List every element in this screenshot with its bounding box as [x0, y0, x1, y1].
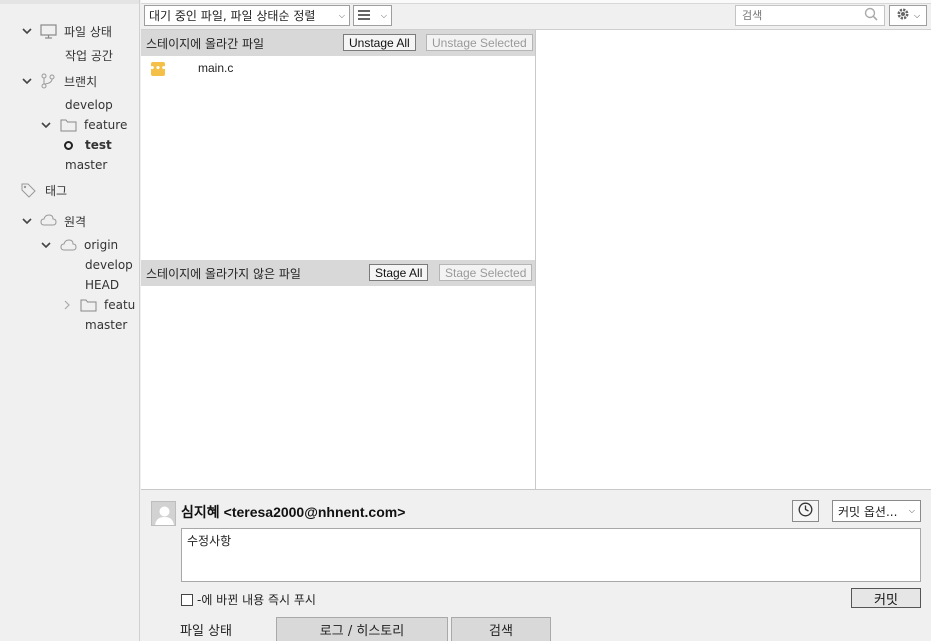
cloud-icon [60, 239, 77, 251]
unstage-all-button[interactable]: Unstage All [343, 34, 416, 51]
sidebar-item-branch-test[interactable]: test [85, 135, 112, 155]
sort-dropdown-label: 대기 중인 파일, 파일 상태순 정렬 [149, 9, 316, 23]
sidebar-item-branch-master[interactable]: master [65, 155, 107, 175]
sidebar-item-remote-origin[interactable]: origin [84, 235, 118, 255]
sidebar-item-branch-develop[interactable]: develop [65, 95, 113, 115]
chevron-down-icon: ⌵ [913, 10, 921, 20]
author-name: 심지혜 [181, 505, 220, 521]
sidebar: 파일 상태 작업 공간 브랜치 develop feature test mas… [0, 0, 140, 641]
sidebar-item-tags[interactable]: 태그 [45, 180, 67, 200]
view-mode-dropdown[interactable]: ⌵ [353, 5, 392, 26]
chevron-down-icon[interactable] [22, 76, 32, 86]
folder-icon [60, 118, 77, 132]
chevron-down-icon: ⌵ [908, 506, 915, 515]
tab-search[interactable]: 검색 [451, 617, 551, 641]
unstaged-files-title: 스테이지에 올라가지 않은 파일 [146, 266, 301, 281]
sidebar-top-strip [0, 0, 139, 4]
file-list-panel: 스테이지에 올라간 파일 Unstage All Unstage Selecte… [141, 30, 536, 489]
search-box[interactable] [735, 5, 885, 26]
chevron-right-icon[interactable] [62, 300, 72, 310]
chevron-down-icon[interactable] [41, 240, 51, 250]
push-immediately-label: -에 바뀐 내용 즉시 푸시 [197, 593, 316, 607]
file-name[interactable]: main.c [198, 61, 233, 75]
unstage-selected-button[interactable]: Unstage Selected [426, 34, 533, 51]
sidebar-item-remote-feature[interactable]: featu [104, 295, 135, 315]
modified-icon: ••• [149, 62, 167, 76]
sidebar-item-file-status[interactable]: 파일 상태 [64, 21, 112, 41]
sidebar-item-remotes[interactable]: 원격 [64, 211, 86, 231]
push-immediately-option[interactable]: -에 바뀐 내용 즉시 푸시 [181, 591, 316, 608]
settings-dropdown[interactable]: ⌵ [889, 5, 927, 26]
sidebar-item-remote-develop[interactable]: develop [85, 255, 133, 275]
chevron-down-icon[interactable] [22, 216, 32, 226]
commit-options-dropdown[interactable]: 커밋 옵션... ⌵ [832, 500, 921, 522]
gear-icon [896, 7, 910, 24]
chevron-down-icon: ⌵ [380, 10, 387, 20]
stage-selected-button[interactable]: Stage Selected [439, 264, 533, 281]
chevron-down-icon[interactable] [41, 120, 51, 130]
bottom-tabs: 파일 상태 로그 / 히스토리 검색 [141, 615, 931, 641]
search-icon[interactable] [864, 7, 878, 24]
staged-files-title: 스테이지에 올라간 파일 [146, 36, 265, 51]
tab-file-status[interactable]: 파일 상태 [161, 617, 251, 641]
push-immediately-checkbox[interactable] [181, 593, 193, 606]
folder-icon [80, 298, 97, 312]
sidebar-item-remote-head[interactable]: HEAD [85, 275, 119, 295]
diff-panel [536, 30, 931, 489]
clock-icon [798, 502, 813, 520]
commit-button[interactable]: 커밋 [851, 588, 921, 608]
branch-icon [41, 73, 55, 89]
list-icon [358, 9, 370, 23]
commit-history-button[interactable] [792, 500, 819, 522]
commit-author: 심지혜 <teresa2000@nhnent.com> [181, 502, 405, 522]
tab-log-history[interactable]: 로그 / 히스토리 [276, 617, 448, 641]
avatar [151, 501, 176, 526]
commit-options-label: 커밋 옵션... [838, 504, 898, 519]
sidebar-item-branches[interactable]: 브랜치 [64, 71, 97, 91]
search-input[interactable] [742, 9, 862, 22]
tag-icon [21, 183, 36, 198]
cloud-icon [40, 214, 57, 226]
toolbar-top-strip [141, 0, 931, 4]
sidebar-item-remote-master[interactable]: master [85, 315, 127, 335]
stage-all-button[interactable]: Stage All [369, 264, 429, 281]
sidebar-item-folder-feature[interactable]: feature [84, 115, 127, 135]
chevron-down-icon: ⌵ [338, 10, 345, 20]
commit-area: 심지혜<teresa2000@nhnent.com> 커밋 옵션... ⌵ -에… [141, 489, 931, 615]
current-branch-icon [64, 141, 73, 150]
chevron-down-icon[interactable] [22, 26, 32, 36]
author-email: <teresa2000@nhnent.com> [223, 504, 406, 520]
monitor-icon [40, 24, 57, 39]
sidebar-item-working-copy[interactable]: 작업 공간 [65, 45, 113, 65]
commit-message-input[interactable] [181, 528, 921, 582]
sort-dropdown[interactable]: 대기 중인 파일, 파일 상태순 정렬 ⌵ [144, 5, 350, 26]
